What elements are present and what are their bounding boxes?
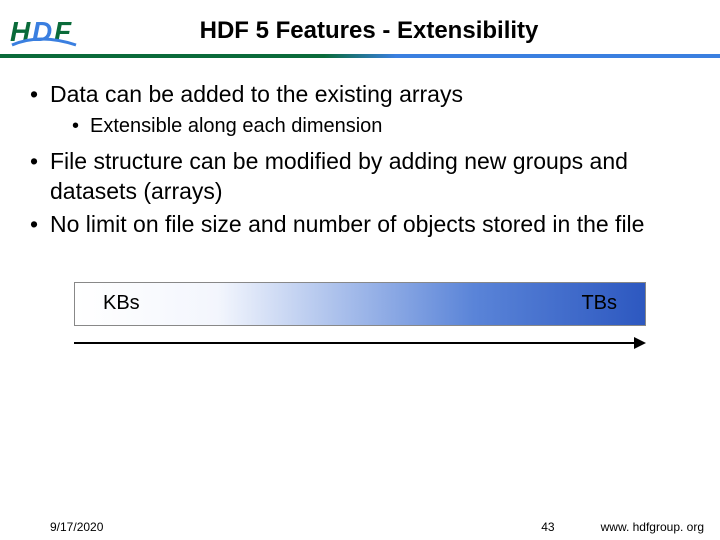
- scale-right-label: TBs: [581, 292, 617, 315]
- scale-arrow: [74, 336, 646, 350]
- sub-bullet-item: Extensible along each dimension: [50, 113, 692, 139]
- bullet-text: No limit on file size and number of obje…: [50, 211, 644, 237]
- slide-footer: 9/17/2020 43 www. hdfgroup. org: [0, 520, 720, 534]
- arrow-line-segment: [74, 342, 638, 344]
- sub-bullet-list: Extensible along each dimension: [50, 113, 692, 139]
- slide-header: H D F HDF 5 Features - Extensibility: [0, 0, 720, 54]
- size-scale-bar: KBs TBs: [74, 282, 646, 326]
- slide-content: Data can be added to the existing arrays…: [0, 58, 720, 350]
- arrow-right-icon: [634, 337, 646, 349]
- bullet-item: No limit on file size and number of obje…: [28, 210, 692, 239]
- bullet-text: File structure can be modified by adding…: [50, 148, 628, 203]
- footer-date: 9/17/2020: [50, 520, 103, 534]
- scale-left-label: KBs: [103, 292, 140, 315]
- bullet-item: File structure can be modified by adding…: [28, 147, 692, 206]
- bullet-text: Data can be added to the existing arrays: [50, 81, 463, 107]
- footer-page-number: 43: [541, 520, 554, 534]
- hdf-logo-icon: H D F: [10, 13, 88, 49]
- gradient-bar: KBs TBs: [74, 282, 646, 326]
- slide-title: HDF 5 Features - Extensibility: [88, 17, 710, 45]
- bullet-list: Data can be added to the existing arrays…: [28, 80, 692, 240]
- svg-text:D: D: [32, 16, 52, 47]
- sub-bullet-text: Extensible along each dimension: [90, 115, 382, 137]
- footer-url: www. hdfgroup. org: [601, 520, 704, 534]
- bullet-item: Data can be added to the existing arrays…: [28, 80, 692, 139]
